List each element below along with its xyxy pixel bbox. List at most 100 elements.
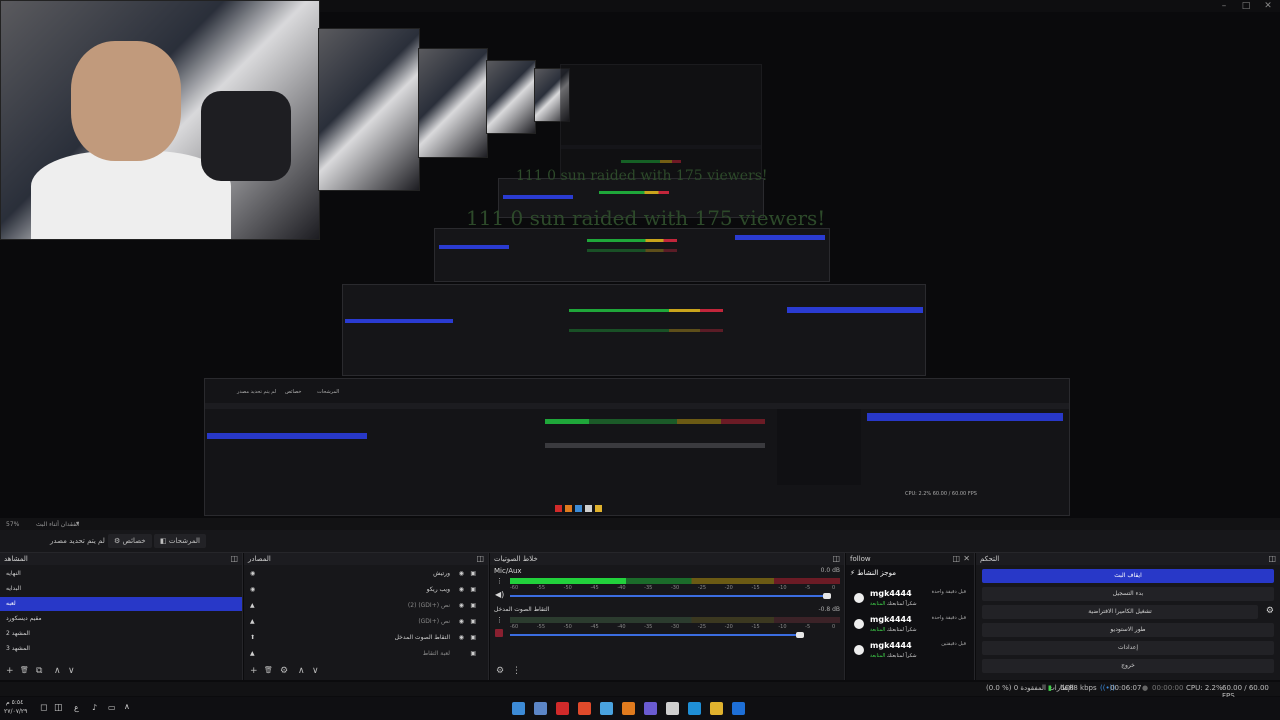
muted-speaker-icon[interactable] xyxy=(495,629,503,637)
store-icon[interactable] xyxy=(688,702,701,715)
nested-tab-properties: خصائص xyxy=(285,389,302,395)
remove-source-button[interactable]: 🗑 xyxy=(264,666,273,674)
lock-icon[interactable]: ▣ xyxy=(470,583,476,597)
nested-scene-selected xyxy=(207,433,367,439)
dock-float-icon[interactable]: ◫ xyxy=(230,553,238,565)
eye-icon[interactable]: ◉ xyxy=(459,631,464,645)
sources-title: المصادر xyxy=(248,555,271,563)
speaker-icon[interactable]: ◀) xyxy=(495,590,504,599)
scene-item-selected[interactable]: لعبه xyxy=(0,597,242,611)
eye-icon[interactable]: ◉ xyxy=(459,583,464,597)
source-item[interactable]: ◉ ورتيش ◉ ▣ xyxy=(244,567,488,581)
minimize-button[interactable]: – xyxy=(1214,0,1234,12)
scene-down-button[interactable]: ∨ xyxy=(68,666,75,676)
language-indicator[interactable]: ع xyxy=(74,703,79,712)
eye-icon[interactable]: ◉ xyxy=(459,615,464,629)
close-icon[interactable]: ✕ xyxy=(963,553,970,565)
steam-icon-2-icon[interactable] xyxy=(600,702,613,715)
source-item[interactable]: ⬆ التقاط الصوت المدخل ◉ ▣ xyxy=(244,631,488,645)
close-button[interactable]: ✕ xyxy=(1258,0,1278,12)
lock-icon[interactable]: ▣ xyxy=(470,599,476,613)
start-virtual-camera-button[interactable]: تشغيل الكاميرا الافتراضية xyxy=(982,605,1258,619)
dock-float-icon[interactable]: ◫ xyxy=(952,553,960,565)
scene-item[interactable]: البدايه xyxy=(0,582,242,596)
source-up-button[interactable]: ∧ xyxy=(298,666,305,676)
chrome-icon[interactable] xyxy=(710,702,723,715)
source-type-icon: ◉ xyxy=(250,570,256,577)
remove-scene-button[interactable]: 🗑 xyxy=(20,666,29,674)
tiktok-icon[interactable] xyxy=(666,702,679,715)
mic-aux-meter-level xyxy=(510,578,626,584)
lock-icon[interactable]: ▣ xyxy=(470,631,476,645)
steam-icon[interactable] xyxy=(534,702,547,715)
explorer-icon[interactable] xyxy=(732,702,745,715)
source-type-icon: ◉ xyxy=(250,586,256,593)
mixer-settings-button[interactable]: ⚙ xyxy=(496,666,504,676)
mixer-menu-icon[interactable]: ⋮ xyxy=(496,577,503,585)
source-item[interactable]: ▲ لعبة التقاط ▣ xyxy=(244,647,488,661)
virtual-camera-settings-icon[interactable]: ⚙ xyxy=(1266,606,1274,616)
mic-aux-volume-knob[interactable] xyxy=(822,593,831,599)
meter-tick-label: -50 xyxy=(563,624,572,630)
mixer-more-button[interactable]: ⋮ xyxy=(512,666,521,676)
red-app-icon[interactable] xyxy=(556,702,569,715)
nested-meter-2 xyxy=(545,443,765,448)
lock-icon[interactable]: ▣ xyxy=(470,567,476,581)
scene-item[interactable]: المشهد 3 xyxy=(0,642,242,656)
exit-button[interactable]: خروج xyxy=(982,659,1274,673)
meter-tick-label: -45 xyxy=(590,585,599,591)
desktop-audio-db: -0.8 dB xyxy=(818,606,840,613)
properties-button[interactable]: ⚙ خصائص xyxy=(108,534,152,548)
source-settings-button[interactable]: ⚙ xyxy=(280,666,288,676)
start-recording-button[interactable]: بدء التسجيل xyxy=(982,587,1274,601)
source-down-button[interactable]: ∨ xyxy=(312,666,319,676)
meter-tick-label: -5 xyxy=(805,585,811,591)
eye-icon[interactable]: ◉ xyxy=(459,599,464,613)
dock-float-icon[interactable]: ◫ xyxy=(1268,553,1276,565)
scene-up-button[interactable]: ∧ xyxy=(54,666,61,676)
tray-overflow-icon[interactable]: ∧ xyxy=(124,702,130,711)
scale-dropdown-icon[interactable]: ▾ xyxy=(76,520,79,527)
stop-streaming-button[interactable]: ايقاف البث xyxy=(982,569,1274,583)
desktop-audio-volume-knob[interactable] xyxy=(796,632,805,638)
webcam-feed xyxy=(0,0,320,240)
meter-tick-label: 0 xyxy=(832,624,836,630)
eye-icon[interactable]: ◉ xyxy=(459,567,464,581)
nested-status: CPU: 2.2% 60.00 / 60.00 FPS xyxy=(905,491,977,497)
mixer-menu-icon[interactable]: ⋮ xyxy=(496,616,503,624)
mic-aux-ticks: -60 -55 -50 -45 -40 -35 -30 -25 -20 -15 -10 -5 0 xyxy=(510,585,840,591)
scene-filter-button[interactable]: ⧉ xyxy=(36,666,42,676)
obs-icon[interactable] xyxy=(512,702,525,715)
settings-button[interactable]: إعدادات xyxy=(982,641,1274,655)
lock-icon[interactable]: ▣ xyxy=(470,647,476,661)
brave-icon[interactable] xyxy=(578,702,591,715)
dock-float-icon[interactable]: ◫ xyxy=(476,553,484,565)
add-scene-button[interactable]: + xyxy=(6,666,14,676)
scene-item[interactable]: المشهد 2 xyxy=(0,627,242,641)
source-type-icon: ⬆ xyxy=(250,634,256,641)
source-item[interactable]: ▲ (2) (GDI+) نص ◉ ▣ xyxy=(244,599,488,613)
desktop-audio-volume-slider[interactable] xyxy=(510,634,801,636)
mic-aux-volume-slider[interactable] xyxy=(510,595,827,597)
source-item[interactable]: ▲ (GDI+) نص ◉ ▣ xyxy=(244,615,488,629)
scene-item[interactable]: مقيم ديسكورد xyxy=(0,612,242,626)
dock-float-icon[interactable]: ◫ xyxy=(832,553,840,565)
scene-item[interactable]: النهايه xyxy=(0,567,242,581)
webcam-feed-nested-2 xyxy=(418,48,488,158)
vlc-icon[interactable] xyxy=(622,702,635,715)
add-source-button[interactable]: + xyxy=(250,666,258,676)
notification-icon[interactable]: ◻ xyxy=(40,703,47,713)
volume-icon[interactable]: ♪ xyxy=(92,703,97,712)
studio-mode-button[interactable]: طور الاستوديو xyxy=(982,623,1274,637)
network-icon[interactable]: ◫ xyxy=(54,703,63,713)
scale-strip: 57% الفقدان أثناء البث ▾ xyxy=(0,518,1280,530)
discord-icon[interactable] xyxy=(644,702,657,715)
filters-button[interactable]: ◧ المرشحات xyxy=(154,534,206,548)
source-item[interactable]: ◉ ويب ريكو ◉ ▣ xyxy=(244,583,488,597)
maximize-button[interactable]: □ xyxy=(1236,0,1256,12)
properties-label: خصائص xyxy=(122,537,146,545)
lock-icon[interactable]: ▣ xyxy=(470,615,476,629)
meter-tick-label: 0 xyxy=(832,585,836,591)
battery-icon[interactable]: ▭ xyxy=(108,703,116,712)
desktop-audio-name: التقاط الصوت المدخل xyxy=(494,606,550,613)
